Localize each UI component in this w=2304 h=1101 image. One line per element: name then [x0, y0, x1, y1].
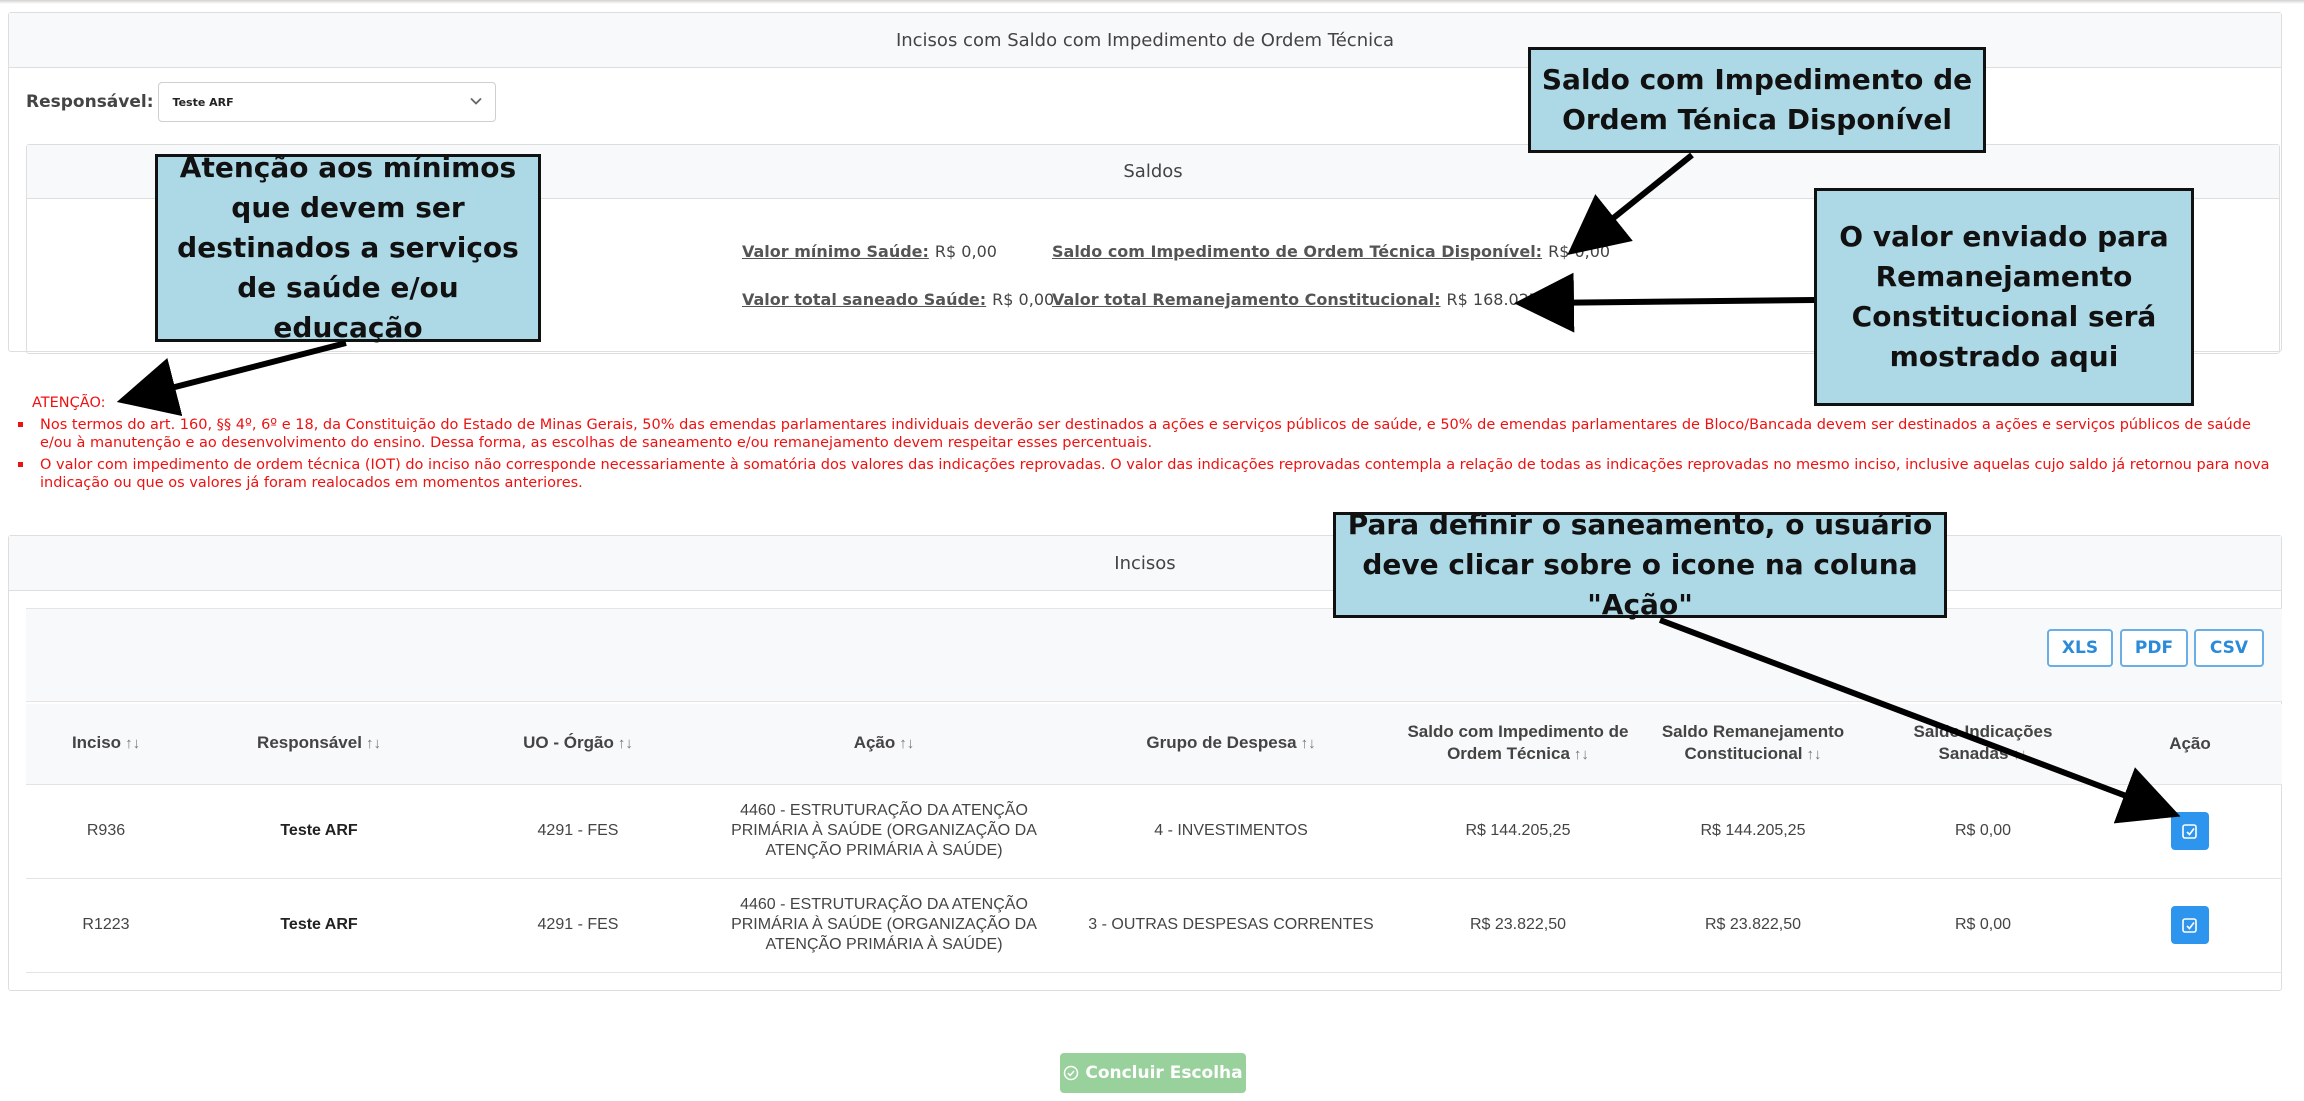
cell-responsavel: Teste ARF — [186, 878, 452, 973]
concluir-escolha-button[interactable]: Concluir Escolha — [1060, 1053, 1246, 1093]
cell-saldo-indicacoes: R$ 0,00 — [1868, 784, 2098, 879]
col-inciso-label: Inciso — [71, 733, 122, 753]
callout-remanejamento: O valor enviado para Remanejamento Const… — [1814, 188, 2194, 406]
sort-icon: ↑↓ — [2012, 746, 2028, 764]
col-acao-btn: Ação — [2098, 704, 2282, 785]
cell-saldo-remanejamento: R$ 23.822,50 — [1638, 878, 1868, 973]
col-uo-orgao[interactable]: UO - Órgão ↑↓ — [452, 704, 704, 785]
table-row: R936 Teste ARF 4291 - FES 4460 - ESTRUTU… — [26, 784, 2282, 879]
sort-icon: ↑↓ — [365, 735, 381, 753]
cell-grupo-despesa: 3 - OUTRAS DESPESAS CORRENTES — [1064, 878, 1398, 973]
table-row: R1223 Teste ARF 4291 - FES 4460 - ESTRUT… — [26, 878, 2282, 973]
top-shadow — [0, 0, 2304, 4]
col-saldo-iot-label: Saldo com Impedimento de Ordem Técnica — [1407, 722, 1629, 764]
col-acao-label: Ação — [853, 733, 896, 753]
table-header-row: Inciso ↑↓ Responsável ↑↓ UO - Órgão ↑↓ Ação… — [26, 704, 2282, 785]
cell-saldo-indicacoes: R$ 0,00 — [1868, 878, 2098, 973]
valor-minimo-saude: Valor mínimo Saúde: R$ 0,00 — [742, 242, 997, 261]
cell-grupo-despesa: 4 - INVESTIMENTOS — [1064, 784, 1398, 879]
cell-action — [2098, 784, 2282, 879]
sort-icon: ↑↓ — [617, 735, 633, 753]
attention-list: Nos termos do art. 160, §§ 4º, 6º e 18, … — [18, 416, 2272, 492]
attention-item: Nos termos do art. 160, §§ 4º, 6º e 18, … — [18, 416, 2272, 452]
cell-saldo-remanejamento: R$ 144.205,25 — [1638, 784, 1868, 879]
cell-inciso: R936 — [26, 784, 186, 879]
export-pdf-button[interactable]: PDF — [2120, 629, 2188, 667]
sort-icon: ↑↓ — [1300, 735, 1316, 753]
sort-icon: ↑↓ — [1573, 746, 1589, 764]
responsavel-select[interactable]: Teste ARF — [157, 82, 496, 122]
cell-saldo-iot: R$ 23.822,50 — [1398, 878, 1638, 973]
cell-saldo-iot: R$ 144.205,25 — [1398, 784, 1638, 879]
edit-action-button[interactable] — [2171, 906, 2209, 944]
export-csv-button[interactable]: CSV — [2194, 629, 2264, 667]
col-uo-orgao-label: UO - Órgão — [523, 733, 614, 753]
attention-item: O valor com impedimento de ordem técnica… — [18, 456, 2272, 492]
cell-inciso: R1223 — [26, 878, 186, 973]
callout-minimos: Atenção aos mínimos que devem ser destin… — [155, 151, 541, 344]
responsavel-row: Responsável: Teste ARF — [26, 82, 496, 122]
col-inciso[interactable]: Inciso ↑↓ — [26, 704, 186, 785]
valor-minimo-saude-value: R$ 0,00 — [934, 242, 997, 261]
saldo-iot-disponivel: Saldo com Impedimento de Ordem Técnica D… — [1052, 242, 1610, 261]
col-grupo-despesa[interactable]: Grupo de Despesa ↑↓ — [1064, 704, 1398, 785]
edit-square-icon — [2182, 918, 2197, 933]
cell-uo-orgao: 4291 - FES — [452, 784, 704, 879]
cell-uo-orgao: 4291 - FES — [452, 878, 704, 973]
chevron-down-icon — [469, 97, 482, 105]
col-acao[interactable]: Ação ↑↓ — [704, 704, 1064, 785]
callout-saneamento: Para definir o saneamento, o usuário dev… — [1333, 508, 1947, 621]
col-saldo-remanejamento[interactable]: Saldo Remanejamento Constitucional ↑↓ — [1638, 704, 1868, 785]
sort-icon: ↑↓ — [125, 735, 141, 753]
edit-square-icon — [2182, 824, 2197, 839]
col-saldo-iot[interactable]: Saldo com Impedimento de Ordem Técnica ↑↓ — [1398, 704, 1638, 785]
valor-total-remanejamento: Valor total Remanejamento Constitucional… — [1052, 290, 1565, 309]
col-grupo-despesa-label: Grupo de Despesa — [1146, 733, 1297, 753]
col-saldo-indicacoes-label: Saldo Indicações Sanadas — [1913, 722, 2053, 764]
concluir-escolha-label: Concluir Escolha — [1085, 1063, 1243, 1083]
responsavel-selected-value: Teste ARF — [172, 95, 234, 109]
sort-icon: ↑↓ — [1806, 746, 1822, 764]
callout-saldo-disponivel: Saldo com Impedimento de Ordem Ténica Di… — [1528, 47, 1986, 153]
export-xls-button[interactable]: XLS — [2047, 629, 2113, 667]
check-circle-icon — [1064, 1065, 1079, 1081]
col-responsavel-label: Responsável — [257, 733, 362, 753]
saldo-iot-disponivel-label: Saldo com Impedimento de Ordem Técnica D… — [1052, 242, 1543, 261]
col-responsavel[interactable]: Responsável ↑↓ — [186, 704, 452, 785]
valor-total-remanejamento-value: R$ 168.027,75 — [1446, 290, 1565, 309]
saldo-iot-disponivel-value: R$ 0,00 — [1548, 242, 1611, 261]
cell-acao: 4460 - ESTRUTURAÇÃO DA ATENÇÃO PRIMÁRIA … — [704, 784, 1064, 879]
export-toolbar: XLS PDF CSV — [26, 608, 2282, 702]
cell-responsavel: Teste ARF — [186, 784, 452, 879]
valor-total-saneado-saude-value: R$ 0,00 — [992, 290, 1055, 309]
edit-action-button[interactable] — [2171, 812, 2209, 850]
valor-total-saneado-saude: Valor total saneado Saúde: R$ 0,00 — [742, 290, 1054, 309]
cell-action — [2098, 878, 2282, 973]
valor-total-remanejamento-label: Valor total Remanejamento Constitucional… — [1052, 290, 1441, 309]
col-saldo-indicacoes[interactable]: Saldo Indicações Sanadas ↑↓ — [1868, 704, 2098, 785]
sort-icon: ↑↓ — [899, 735, 915, 753]
incisos-table: Inciso ↑↓ Responsável ↑↓ UO - Órgão ↑↓ Ação… — [26, 704, 2282, 973]
attention-block: ATENÇÃO: Nos termos do art. 160, §§ 4º, … — [18, 394, 2272, 496]
valor-minimo-saude-label: Valor mínimo Saúde: — [742, 242, 929, 261]
valor-total-saneado-saude-label: Valor total saneado Saúde: — [742, 290, 987, 309]
cell-acao: 4460 - ESTRUTURAÇÃO DA ATENÇÃO PRIMÁRIA … — [704, 878, 1064, 973]
responsavel-label: Responsável: — [26, 92, 154, 112]
